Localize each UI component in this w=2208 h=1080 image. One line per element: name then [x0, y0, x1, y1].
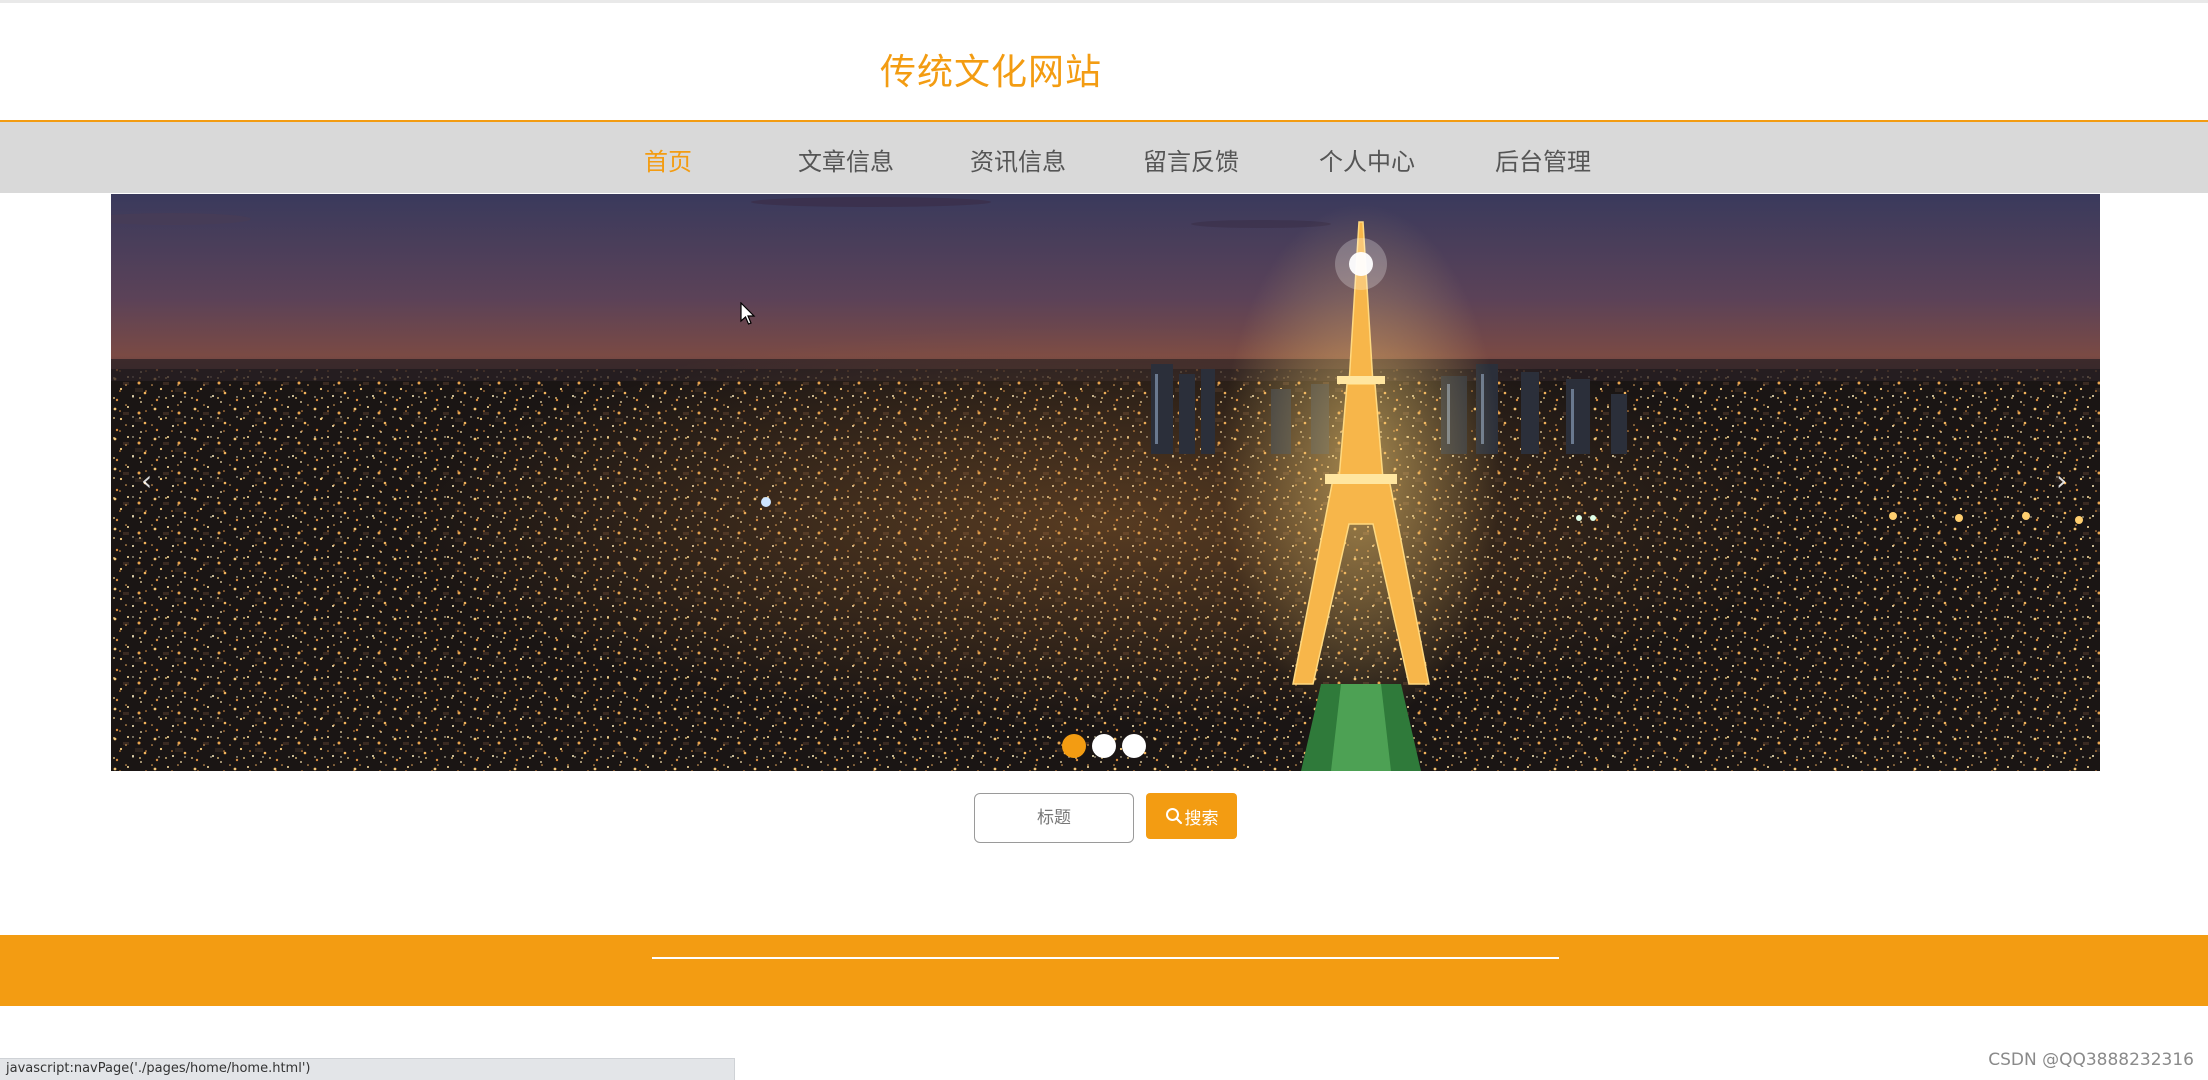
- search-button[interactable]: 搜索: [1146, 793, 1237, 839]
- site-header: 传统文化网站: [0, 3, 2208, 120]
- nav-item-admin[interactable]: 后台管理: [1495, 142, 1591, 177]
- nav-item-articles[interactable]: 文章信息: [798, 142, 894, 177]
- site-footer: [0, 935, 2208, 1006]
- carousel-dot[interactable]: [1122, 734, 1146, 758]
- banner-carousel[interactable]: ‹ ›: [111, 194, 2100, 771]
- carousel-next-arrow[interactable]: ›: [2056, 464, 2067, 497]
- chevron-right-icon: ›: [2056, 464, 2068, 497]
- footer-divider: [652, 957, 1559, 959]
- carousel-dot[interactable]: [1092, 734, 1116, 758]
- carousel-prev-arrow[interactable]: ‹: [141, 464, 152, 497]
- search-input[interactable]: [974, 793, 1134, 843]
- watermark: CSDN @QQ3888232316: [1988, 1050, 2194, 1070]
- search-button-label: 搜索: [1184, 808, 1219, 829]
- search-icon: [1165, 807, 1183, 825]
- browser-status-bar: javascript:navPage('./pages/home/home.ht…: [0, 1058, 735, 1080]
- carousel-dot[interactable]: [1062, 734, 1086, 758]
- mouse-cursor-icon: [740, 302, 756, 325]
- nav-item-news[interactable]: 资讯信息: [970, 142, 1066, 177]
- nav-item-home[interactable]: 首页: [644, 142, 692, 177]
- nav-item-profile[interactable]: 个人中心: [1319, 142, 1415, 177]
- main-nav: 首页 文章信息 资讯信息 留言反馈 个人中心 后台管理: [0, 120, 2208, 193]
- banner-image: [111, 194, 2100, 771]
- nav-item-feedback[interactable]: 留言反馈: [1143, 142, 1239, 177]
- site-title[interactable]: 传统文化网站: [880, 43, 1102, 95]
- chevron-left-icon: ‹: [141, 464, 153, 497]
